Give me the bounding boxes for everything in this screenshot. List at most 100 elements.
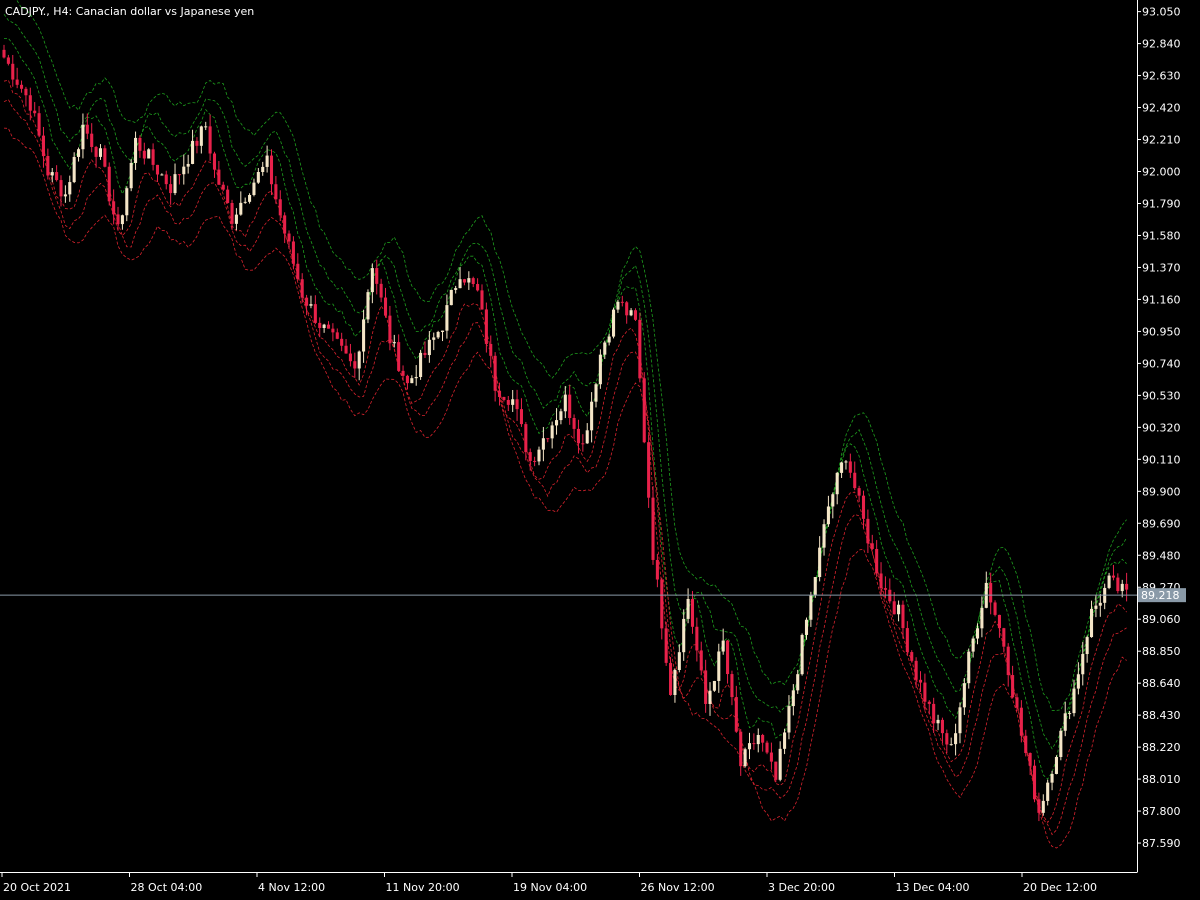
candle-body [1076,674,1080,689]
candle-body [432,337,436,340]
y-tick-label: 91.370 [1142,261,1181,274]
candle-body [182,166,186,175]
candle-body [1015,697,1019,708]
candle-body [366,292,370,320]
candle-body [362,319,366,352]
candle-body [125,188,129,216]
y-tick-label: 91.580 [1142,229,1181,242]
candle-body [129,162,133,189]
y-tick-label: 87.800 [1142,805,1181,818]
candle-body [581,443,585,445]
candle-body [783,732,787,749]
candle-body [405,375,409,384]
candle-body [813,577,817,596]
candle-body [269,155,274,185]
candle-body [489,343,493,356]
candle-body [804,619,809,635]
candle-body [594,384,598,402]
candle-body [151,149,155,165]
candle-body [949,744,953,746]
candle-body [221,184,225,190]
candle-body [112,201,116,215]
candle-body [625,302,629,316]
candle-body [765,742,769,753]
candle-body [1041,800,1045,813]
candle-body [690,598,695,627]
current-price-label: 89.218 [1138,588,1186,603]
candle-body [730,674,734,698]
candle-body [243,201,247,203]
price-chart[interactable]: 93.050 92.840 92.630 92.420 92.210 92.000 91.7… [0,0,1200,900]
candle-body [397,342,401,371]
candle-body [616,301,620,310]
candle-body [918,679,923,683]
candle-body [576,428,580,444]
candle-body [796,674,800,691]
candle-body [563,394,567,412]
candle-body [24,88,28,96]
chart-title: CADJPY., H4: Canacian dollar vs Japanese… [5,5,254,18]
y-tick-label: 92.000 [1142,166,1181,179]
candle-body [15,79,19,85]
candle-body [283,215,287,234]
candle-body [1081,654,1085,675]
candle-body [975,628,980,639]
candle-body [147,149,151,159]
candle-body [726,640,730,675]
candle-body [879,573,883,589]
candle-body [590,401,594,431]
candle-body [528,452,532,461]
candle-body [449,289,453,306]
x-tick-label: 26 Nov 12:00 [641,881,715,894]
candle-body [480,290,484,310]
candle-body [598,354,602,385]
candle-body [756,734,760,745]
candle-body [901,604,905,629]
candle-body [326,324,331,329]
candle-body [809,595,813,620]
candle-body [559,411,563,421]
candle-body [226,189,230,203]
candle-body [120,215,124,225]
candle-body [138,137,142,151]
candle-body [1019,707,1023,736]
candle-body [511,399,515,405]
candle-body [322,324,326,328]
candle-body [537,449,541,462]
candle-body [818,547,822,578]
candle-body [870,543,874,549]
candle-body [353,361,357,369]
candle-body [177,174,181,176]
candle-body [914,660,918,680]
candle-body [669,662,673,695]
candle-body [1046,782,1050,801]
candle-body [743,749,747,767]
candle-body [997,614,1001,629]
x-tick-label: 3 Dec 20:00 [768,881,835,894]
candle-body [708,690,712,704]
y-tick-label: 90.110 [1142,453,1181,466]
candle-body [1059,730,1063,757]
candle-body [234,214,238,224]
candle-body [28,95,32,111]
candle-body [256,172,260,183]
candle-body [164,174,168,185]
candle-body [550,425,554,439]
candle-body [335,332,339,339]
candle-body [204,126,208,128]
chart-canvas[interactable]: 93.050 92.840 92.630 92.420 92.210 92.000 91.7… [0,0,1200,900]
candle-body [699,650,703,671]
candle-body [1006,646,1010,676]
candle-body [445,305,449,331]
candle-body [458,279,462,289]
candle-body [651,497,655,560]
candle-body [633,310,638,320]
x-tick-label: 20 Dec 12:00 [1023,881,1097,894]
candle-body [383,297,388,316]
candle-body [835,472,839,495]
candle-body [72,156,76,183]
candle-body [568,394,572,418]
candle-body [932,703,936,724]
candle-body [774,761,778,780]
candle-body [357,351,361,369]
